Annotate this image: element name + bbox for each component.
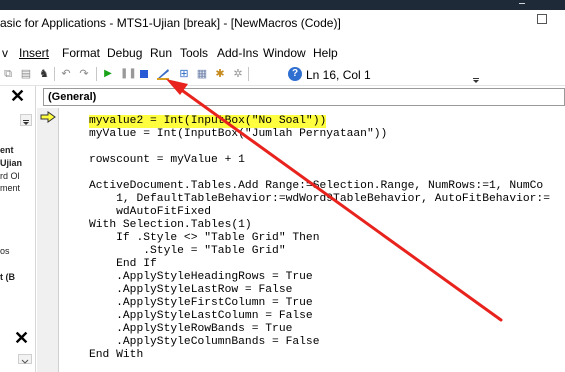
panel-label: ment <box>0 183 21 193</box>
close-panel-icon[interactable]: ✕ <box>10 86 25 107</box>
code-window: (General) myvalue2 = Int(InputBox("No So… <box>37 86 565 372</box>
cursor-position: Ln 16, Col 1 <box>306 68 371 82</box>
project-explorer-icon[interactable]: ⊞ <box>178 68 190 80</box>
copy-icon[interactable]: ⧉ <box>2 68 14 80</box>
code-line: .ApplyStyleLastRow = False <box>89 284 293 296</box>
close-panel-icon[interactable]: ✕ <box>14 328 29 349</box>
code-line: myvalue2 = Int(InputBox("No Soal")) <box>89 115 327 128</box>
menu-tools[interactable]: Tools <box>180 46 208 60</box>
code-line: End If <box>89 258 157 270</box>
menu-help[interactable]: Help <box>313 46 338 60</box>
toolbar-separator <box>248 67 249 81</box>
undo-icon[interactable]: ↶ <box>60 68 72 80</box>
redo-icon[interactable]: ↷ <box>78 68 90 80</box>
code-line: .ApplyStyleFirstColumn = True <box>89 297 313 309</box>
panel-label: ent <box>0 145 14 155</box>
menu-add-ins[interactable]: Add-Ins <box>217 46 258 60</box>
design-mode-icon[interactable] <box>156 68 169 80</box>
menu-debug[interactable]: Debug <box>107 46 142 60</box>
code-line: wdAutoFitFixed <box>89 206 212 218</box>
panel-label: rd Ol <box>0 171 20 181</box>
menu-insert[interactable]: Insert <box>19 46 49 60</box>
menu-run[interactable]: Run <box>150 46 172 60</box>
paste-icon[interactable]: ▤ <box>20 68 32 80</box>
menu-format[interactable]: Format <box>62 46 100 60</box>
code-line: If .Style <> "Table Grid" Then <box>89 232 320 244</box>
panel-dropdown-button[interactable] <box>18 354 32 364</box>
title-bar: asic for Applications - MTS1-Ujian [brea… <box>0 0 565 32</box>
panel-scroll-button[interactable] <box>20 114 32 126</box>
reset-icon[interactable] <box>138 68 150 80</box>
code-line: .ApplyStyleColumnBands = False <box>89 336 320 348</box>
find-icon[interactable]: ♞ <box>38 68 50 80</box>
menu-bar: v Insert Format Debug Run Tools Add-Ins … <box>0 42 565 62</box>
toolbox-icon[interactable]: ✲ <box>232 68 244 80</box>
code-line: .ApplyStyleRowBands = True <box>89 323 293 335</box>
code-line: End With <box>89 349 144 361</box>
pause-icon[interactable]: ❚❚ <box>120 68 137 80</box>
toolbar-separator <box>54 67 55 81</box>
maximize-icon[interactable] <box>537 14 547 24</box>
object-browser-icon[interactable]: ✱ <box>214 68 226 80</box>
panel-label: t (B <box>0 272 15 282</box>
code-line: .ApplyStyleHeadingRows = True <box>89 271 313 283</box>
panel-label: Ujian <box>0 158 23 168</box>
execution-point-arrow-icon <box>40 111 56 123</box>
code-editor[interactable]: myvalue2 = Int(InputBox("No Soal")) myVal… <box>89 111 565 372</box>
code-line: 1, DefaultTableBehavior:=wdWord9TableBeh… <box>89 193 550 205</box>
margin-indicator-bar[interactable] <box>37 108 59 372</box>
window-title: asic for Applications - MTS1-Ujian [brea… <box>0 16 341 30</box>
code-line: With Selection.Tables(1) <box>89 219 252 231</box>
code-line: ActiveDocument.Tables.Add Range:=Selecti… <box>89 180 544 192</box>
object-combo[interactable]: (General) <box>43 88 565 106</box>
toolbar-options-dropdown[interactable] <box>470 70 482 84</box>
code-line: .ApplyStyleLastColumn = False <box>89 310 313 322</box>
help-icon[interactable]: ? <box>288 67 302 81</box>
panel-label: os <box>0 246 10 256</box>
properties-window-icon[interactable]: ▦ <box>196 68 208 80</box>
menu-window[interactable]: Window <box>263 46 306 60</box>
toolbar-separator <box>96 67 97 81</box>
code-line: rowscount = myValue + 1 <box>89 154 245 166</box>
code-line: myValue = Int(InputBox("Jumlah Pernyataa… <box>89 128 388 140</box>
code-line: .Style = "Table Grid" <box>89 245 286 257</box>
minimize-icon[interactable] <box>519 3 525 4</box>
project-explorer-panel: ✕ ent Ujian rd Ol ment os t (B ✕ <box>0 86 36 372</box>
menu-view[interactable]: v <box>2 46 8 60</box>
window-top-strip <box>0 0 565 10</box>
run-icon[interactable]: ▶ <box>102 68 114 80</box>
